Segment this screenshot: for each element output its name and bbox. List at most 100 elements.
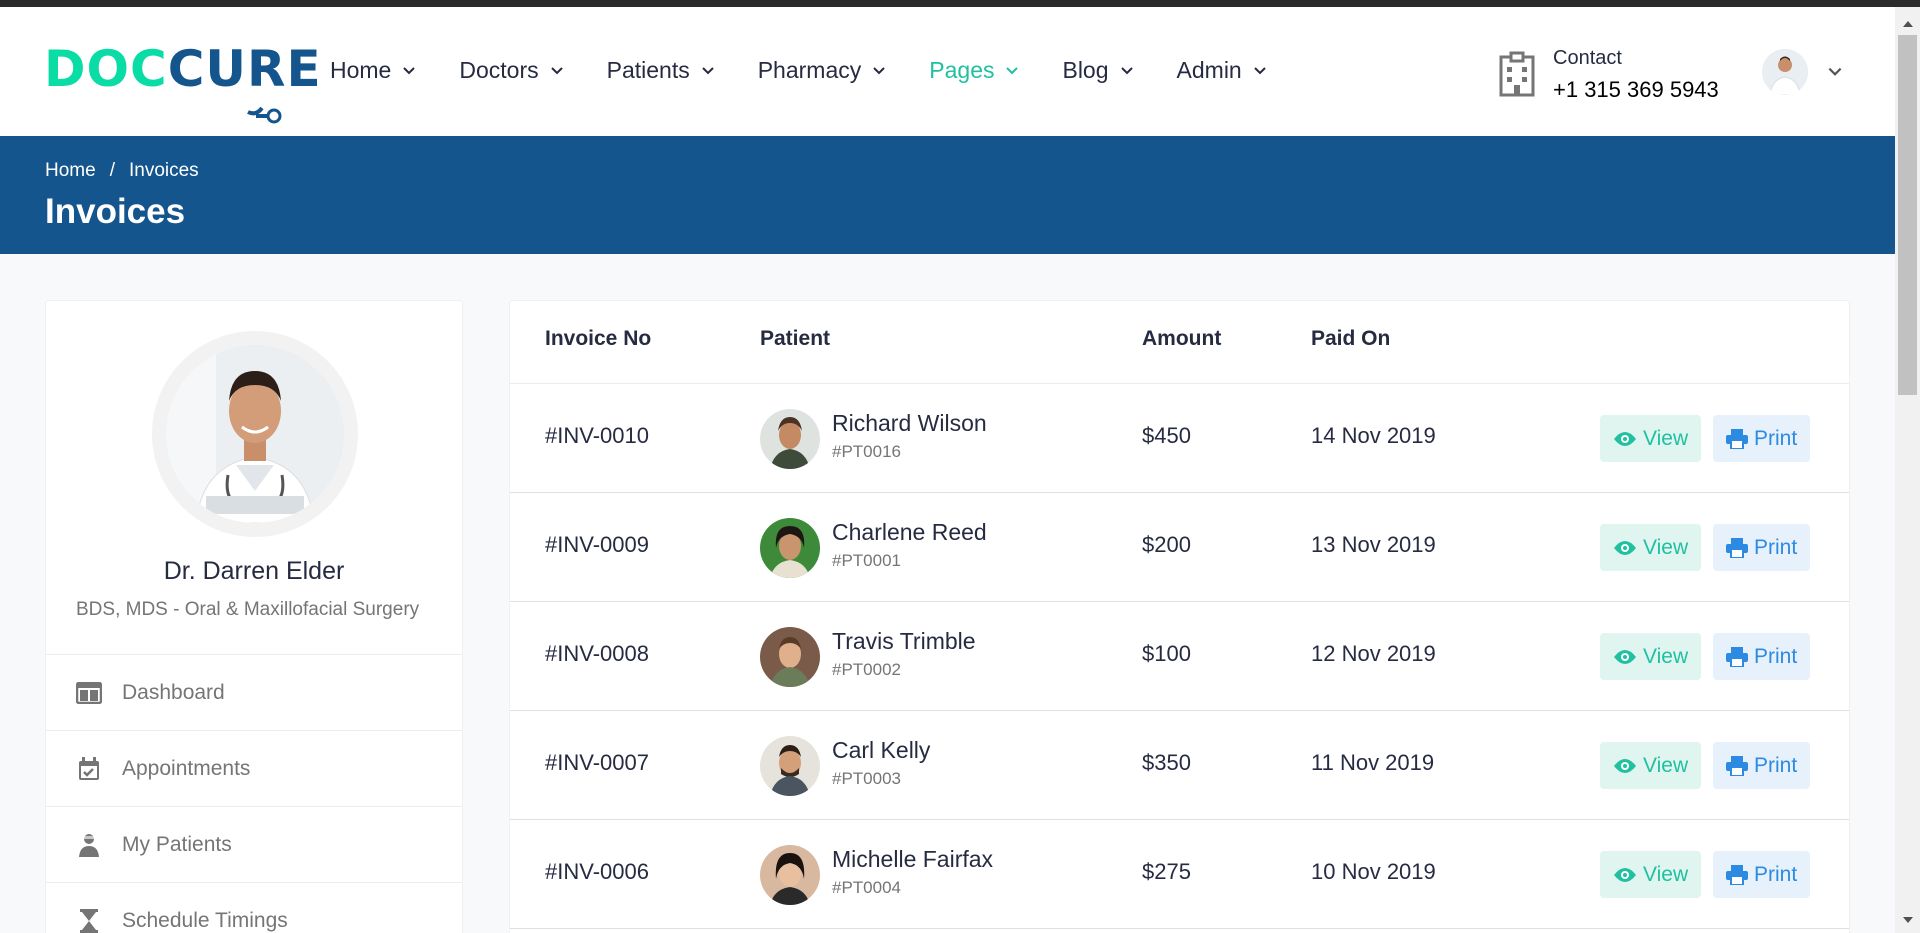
sidebar-item-appointments[interactable]: Appointments xyxy=(46,730,462,806)
column-header-patient: Patient xyxy=(760,327,831,350)
nav-doctors[interactable]: Doctors xyxy=(459,57,564,84)
print-icon xyxy=(1726,646,1748,667)
patient-id: #PT0002 xyxy=(832,660,901,679)
invoice-amount: $100 xyxy=(1142,641,1191,666)
eye-icon xyxy=(1614,649,1636,664)
invoice-amount: $350 xyxy=(1142,750,1191,775)
view-button[interactable]: View xyxy=(1600,415,1702,462)
print-button-label: Print xyxy=(1754,644,1798,668)
print-button[interactable]: Print xyxy=(1713,633,1811,680)
logo[interactable]: DOCCURE xyxy=(44,38,321,124)
eye-icon xyxy=(1614,431,1636,446)
user-injured-icon xyxy=(76,832,102,858)
table-row: #INV-0006 Michelle Fairfax #PT0004 $275 … xyxy=(510,820,1849,929)
view-button-label: View xyxy=(1643,535,1689,559)
nav-admin[interactable]: Admin xyxy=(1177,57,1268,84)
eye-icon xyxy=(1614,867,1636,882)
patient-name[interactable]: Michelle Fairfax xyxy=(832,846,993,873)
contact-phone[interactable]: +1 315 369 5943 xyxy=(1553,77,1719,103)
view-button[interactable]: View xyxy=(1600,851,1702,898)
table-row: #INV-0008 Travis Trimble #PT0002 $100 12… xyxy=(510,602,1849,711)
sidebar-item-label: Schedule Timings xyxy=(122,908,288,932)
sidebar-item-label: My Patients xyxy=(122,832,232,856)
site-header: DOCCURE Home Doctors Patients Pharmacy P… xyxy=(0,7,1895,136)
chevron-down-icon xyxy=(702,66,714,74)
patient-id: #PT0003 xyxy=(832,769,901,788)
invoice-number[interactable]: #INV-0008 xyxy=(545,641,649,667)
table-row: #INV-0007 Carl Kelly #PT0003 $350 11 Nov… xyxy=(510,711,1849,820)
print-button[interactable]: Print xyxy=(1713,851,1811,898)
nav-patients[interactable]: Patients xyxy=(607,57,716,84)
sidebar-item-label: Appointments xyxy=(122,756,251,780)
nav-pharmacy[interactable]: Pharmacy xyxy=(758,57,888,84)
chevron-down-icon xyxy=(1254,66,1266,74)
print-icon xyxy=(1726,864,1748,885)
page-title: Invoices xyxy=(45,192,186,231)
invoice-number[interactable]: #INV-0007 xyxy=(545,750,649,776)
main-nav: Home Doctors Patients Pharmacy Pages Blo… xyxy=(330,57,1310,84)
nav-blog[interactable]: Blog xyxy=(1062,57,1134,84)
patient-avatar[interactable] xyxy=(760,409,820,469)
nav-admin-label: Admin xyxy=(1176,57,1242,83)
invoice-number[interactable]: #INV-0009 xyxy=(545,532,649,558)
view-button[interactable]: View xyxy=(1600,742,1702,789)
chevron-down-icon xyxy=(403,66,416,74)
doctor-sidebar: Dr. Darren Elder BDS, MDS - Oral & Maxil… xyxy=(45,300,463,933)
chevron-down-icon xyxy=(873,66,885,74)
print-button[interactable]: Print xyxy=(1713,742,1811,789)
chevron-down-icon xyxy=(550,66,563,74)
nav-pages-label: Pages xyxy=(929,57,995,83)
sidebar-item-dashboard[interactable]: Dashboard xyxy=(46,654,462,730)
paid-on-date: 10 Nov 2019 xyxy=(1311,859,1436,884)
doctor-specialty: BDS, MDS - Oral & Maxillofacial Surgery xyxy=(76,599,420,620)
hospital-icon xyxy=(1499,51,1535,97)
sidebar-item-my-patients[interactable]: My Patients xyxy=(46,806,462,882)
stethoscope-icon xyxy=(247,106,282,124)
paid-on-date: 11 Nov 2019 xyxy=(1311,750,1435,775)
breadcrumb-separator: / xyxy=(109,160,115,181)
view-button-label: View xyxy=(1643,426,1689,450)
print-button-label: Print xyxy=(1754,426,1798,450)
nav-pharmacy-label: Pharmacy xyxy=(757,57,862,83)
page-scrollbar[interactable] xyxy=(1895,7,1920,933)
patient-name[interactable]: Travis Trimble xyxy=(832,628,976,655)
breadcrumb-home[interactable]: Home xyxy=(45,160,96,182)
nav-pages[interactable]: Pages xyxy=(929,57,1020,84)
sidebar-item-schedule-timings[interactable]: Schedule Timings xyxy=(46,882,462,933)
patient-avatar[interactable] xyxy=(760,736,820,796)
columns-icon xyxy=(76,680,102,706)
print-icon xyxy=(1726,755,1748,776)
scrollbar-thumb[interactable] xyxy=(1898,35,1917,395)
view-button-label: View xyxy=(1643,753,1689,777)
column-header-invoice: Invoice No xyxy=(545,327,652,350)
eye-icon xyxy=(1614,758,1636,773)
patient-id: #PT0004 xyxy=(832,878,901,897)
print-button-label: Print xyxy=(1754,535,1798,559)
patient-avatar[interactable] xyxy=(760,845,820,905)
invoice-number[interactable]: #INV-0010 xyxy=(545,423,649,449)
doctor-avatar[interactable] xyxy=(152,331,358,537)
print-button[interactable]: Print xyxy=(1713,415,1811,462)
scroll-down-arrow-icon[interactable] xyxy=(1903,917,1913,923)
patient-name[interactable]: Richard Wilson xyxy=(832,410,987,437)
chevron-down-icon xyxy=(1828,67,1842,76)
paid-on-date: 14 Nov 2019 xyxy=(1311,423,1436,448)
view-button[interactable]: View xyxy=(1600,524,1702,571)
patient-avatar[interactable] xyxy=(760,518,820,578)
nav-home[interactable]: Home xyxy=(330,57,417,84)
view-button[interactable]: View xyxy=(1600,633,1702,680)
window-top-strip xyxy=(0,0,1920,7)
paid-on-date: 13 Nov 2019 xyxy=(1311,532,1436,557)
sidebar-nav: Dashboard Appointments My Patients Sched… xyxy=(46,654,462,933)
print-button[interactable]: Print xyxy=(1713,524,1811,571)
column-header-amount: Amount xyxy=(1142,327,1222,350)
print-icon xyxy=(1726,537,1748,558)
patient-name[interactable]: Carl Kelly xyxy=(832,737,930,764)
patient-name[interactable]: Charlene Reed xyxy=(832,519,987,546)
patient-id: #PT0001 xyxy=(832,551,901,570)
invoice-number[interactable]: #INV-0006 xyxy=(545,859,649,885)
user-menu[interactable] xyxy=(1762,49,1844,95)
view-button-label: View xyxy=(1643,862,1689,886)
scroll-up-arrow-icon[interactable] xyxy=(1903,21,1913,27)
patient-avatar[interactable] xyxy=(760,627,820,687)
